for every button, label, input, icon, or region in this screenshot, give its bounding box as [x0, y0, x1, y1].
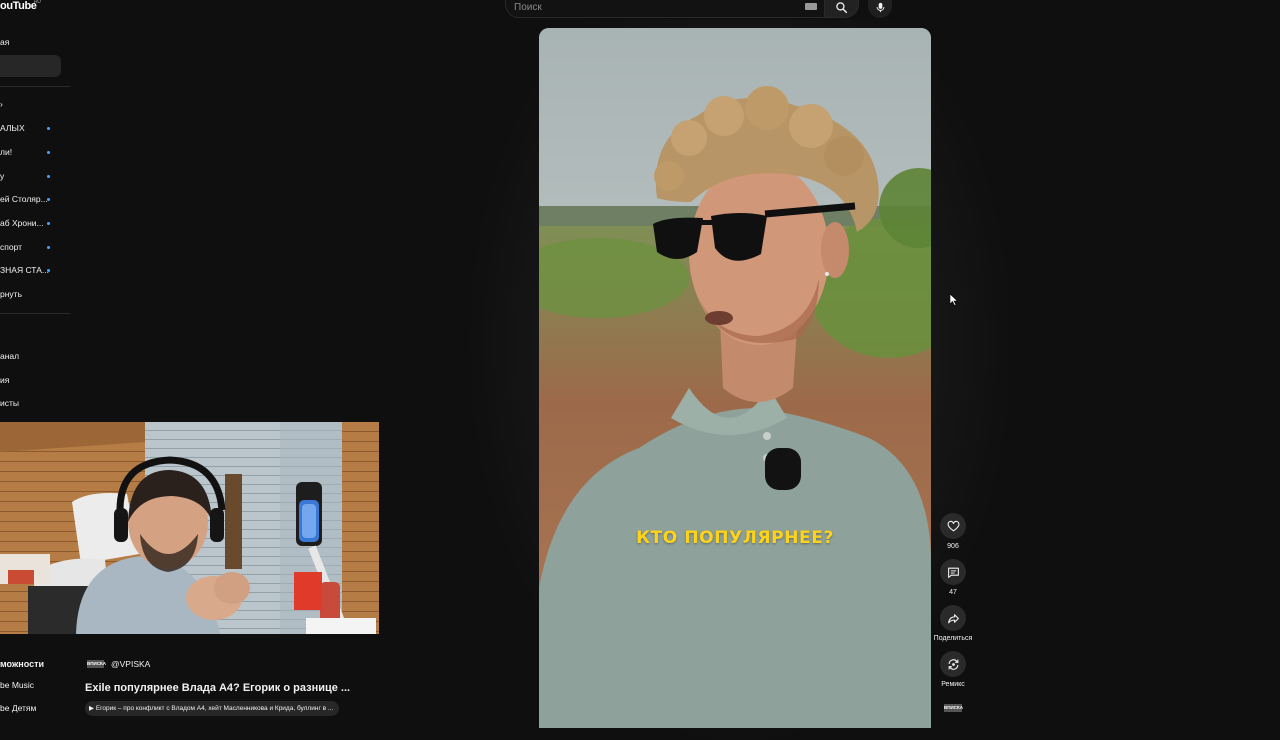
- sidebar-subscription-item[interactable]: ей Столяр...: [0, 194, 52, 204]
- remix-button[interactable]: [940, 651, 966, 677]
- related-video-title: Егорик – про конфликт с Владом А4, хейт …: [95, 705, 334, 712]
- new-content-dot: [47, 198, 50, 201]
- search-button[interactable]: [825, 0, 859, 18]
- play-icon: ▶: [89, 705, 94, 712]
- like-count: 906: [947, 543, 959, 550]
- comment-icon: [947, 567, 959, 578]
- channel-logo[interactable]: ВПИСКА: [87, 660, 106, 668]
- webcam-image: [0, 422, 379, 634]
- sidebar-divider: [0, 86, 70, 87]
- subscription-label: ей Столяр...: [0, 194, 48, 204]
- search-box[interactable]: [505, 0, 825, 18]
- sidebar-item-label: ая: [0, 37, 10, 47]
- sidebar-item-label: анал: [0, 351, 20, 361]
- remix-icon: [948, 658, 958, 670]
- channel-avatar[interactable]: ВПИСКА: [944, 704, 963, 712]
- collapse-label: рнуть: [0, 289, 22, 299]
- microphone-icon: [876, 2, 884, 12]
- sidebar-item-label: be Music: [0, 680, 35, 690]
- comment-count: 47: [949, 589, 957, 596]
- subscription-label: ЗНАЯ СТА...: [0, 265, 49, 275]
- search-input[interactable]: [514, 0, 794, 14]
- chevron-right-icon: ›: [0, 99, 3, 109]
- comments-button[interactable]: [940, 559, 966, 585]
- video-frame: [539, 28, 931, 728]
- remix-label: Ремикс: [941, 681, 965, 688]
- sidebar-item-your-channel[interactable]: анал: [0, 351, 19, 361]
- share-label: Поделиться: [933, 635, 973, 642]
- logo-country-code: RU: [34, 0, 41, 5]
- share-icon: [947, 613, 959, 623]
- sidebar-item-playlists[interactable]: исты: [0, 398, 19, 408]
- sidebar-subscription-item[interactable]: ЗНАЯ СТА...: [0, 265, 52, 275]
- sidebar-subscription-item[interactable]: аб Хрони...: [0, 218, 52, 228]
- sidebar-collapse-button[interactable]: рнуть: [0, 289, 22, 299]
- channel-handle[interactable]: @VPISKA: [111, 659, 150, 669]
- new-content-dot: [47, 222, 50, 225]
- sidebar-item-history[interactable]: ия: [0, 375, 9, 385]
- like-button[interactable]: [940, 513, 966, 539]
- mouse-cursor-icon: [950, 294, 958, 306]
- sidebar-item-label: ия: [0, 375, 10, 385]
- subscription-label: у: [0, 171, 5, 181]
- sidebar-item-label: исты: [0, 398, 20, 408]
- new-content-dot: [47, 127, 50, 130]
- video-caption: КТО ПОПУЛЯРНЕЕ?: [636, 528, 834, 548]
- short-video-player[interactable]: КТО ПОПУЛЯРНЕЕ?: [539, 28, 931, 728]
- sidebar-subscription-item[interactable]: у: [0, 171, 52, 181]
- subscription-label: ли!: [0, 147, 13, 157]
- logo-text: ouTube: [0, 0, 37, 12]
- new-content-dot: [47, 175, 50, 178]
- heart-icon: [947, 520, 959, 531]
- new-content-dot: [47, 151, 50, 154]
- sidebar-item-label: be Детям: [0, 703, 37, 713]
- related-video-chip[interactable]: ▶ Егорик – про конфликт с Владом А4, хей…: [85, 701, 340, 716]
- video-title[interactable]: Exile популярнее Влада А4? Егорик о разн…: [85, 682, 350, 694]
- sidebar-item-youtube-kids[interactable]: be Детям: [0, 703, 36, 713]
- sidebar-item-youtube-music[interactable]: be Music: [0, 680, 34, 690]
- search-icon: [836, 1, 848, 13]
- sidebar-item-home[interactable]: ая: [0, 37, 9, 47]
- sidebar-subscription-item[interactable]: АЛЫХ: [0, 123, 52, 133]
- streamer-webcam: [0, 422, 379, 634]
- keyboard-icon[interactable]: [805, 3, 817, 10]
- subscription-label: спорт: [0, 242, 23, 252]
- youtube-logo[interactable]: ouTube RU: [0, 0, 41, 14]
- new-content-dot: [47, 269, 50, 272]
- sidebar-subscriptions-expander[interactable]: ›: [0, 99, 3, 109]
- sidebar-subscription-item[interactable]: ли!: [0, 147, 52, 157]
- share-button[interactable]: [940, 605, 966, 631]
- new-content-dot: [47, 246, 50, 249]
- voice-search-button[interactable]: [868, 0, 892, 18]
- subscription-label: АЛЫХ: [0, 123, 25, 133]
- sidebar-divider: [0, 313, 70, 314]
- sidebar-item-shorts-active[interactable]: [0, 55, 61, 77]
- sidebar-subscription-item[interactable]: спорт: [0, 242, 52, 252]
- subscription-label: аб Хрони...: [0, 218, 44, 228]
- sidebar-section-title: можности: [0, 659, 45, 669]
